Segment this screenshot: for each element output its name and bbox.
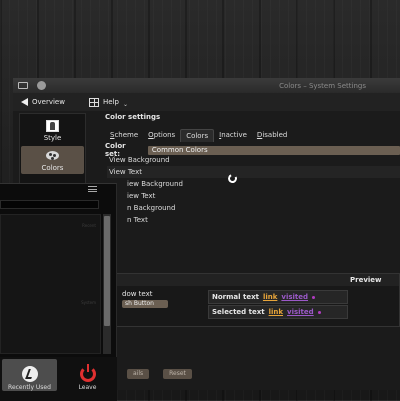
tab-recently-used[interactable]: Recently Used bbox=[2, 359, 57, 391]
help-grid-icon bbox=[89, 97, 99, 107]
list-item[interactable]: iew Text bbox=[107, 190, 400, 202]
scrollbar-thumb[interactable] bbox=[104, 216, 110, 326]
push-button-demo[interactable]: sh Button bbox=[122, 300, 168, 308]
launcher-hint: System bbox=[81, 300, 96, 305]
window-title: Colors – System Settings bbox=[279, 82, 366, 90]
color-role-list: View Background View Text iew Background… bbox=[107, 154, 400, 226]
tab-label: nactive bbox=[221, 131, 247, 139]
section-title: Color settings bbox=[105, 113, 161, 121]
tab-label: isabled bbox=[262, 131, 288, 139]
reset-button[interactable]: Reset bbox=[163, 369, 192, 379]
tab-label: Colors bbox=[186, 132, 209, 140]
help-button[interactable]: Help ⌄ bbox=[89, 96, 128, 108]
tab-label: Recently Used bbox=[8, 384, 51, 391]
overview-button[interactable]: Overview bbox=[21, 96, 65, 108]
launcher-tabs: Recently Used Leave bbox=[0, 357, 117, 401]
visited-sample: visited bbox=[281, 293, 309, 301]
link-sample: link bbox=[262, 293, 278, 301]
list-item[interactable]: iew Background bbox=[107, 178, 400, 190]
window-dot-icon[interactable] bbox=[37, 81, 46, 90]
color-settings-panel: Color settings Scheme Options Colors Ina… bbox=[93, 113, 400, 391]
style-icon bbox=[46, 120, 59, 132]
recently-used-icon bbox=[21, 366, 38, 382]
visited-sample: visited bbox=[287, 308, 314, 316]
preview-area: Preview dow text sh Button Normal text l… bbox=[99, 273, 400, 327]
help-label: Help bbox=[103, 98, 119, 106]
link-sample: link bbox=[268, 308, 284, 316]
list-item[interactable]: n Background bbox=[107, 202, 400, 214]
preview-header: Preview bbox=[100, 274, 399, 286]
tab-label: ptions bbox=[153, 131, 176, 139]
colors-icon bbox=[45, 149, 61, 162]
launcher-results-pane: Recent System bbox=[0, 214, 101, 354]
tab-bar: Scheme Options Colors Inactive Disabled bbox=[105, 129, 292, 142]
tab-label: Leave bbox=[78, 384, 97, 391]
window-menu-icon[interactable] bbox=[18, 82, 28, 89]
tab-options[interactable]: Options bbox=[143, 129, 180, 142]
preview-selected-row: Selected text link visited bbox=[208, 305, 348, 319]
tab-colors[interactable]: Colors bbox=[180, 129, 215, 142]
tab-label: cheme bbox=[114, 131, 139, 139]
launcher-scrollbar[interactable] bbox=[103, 214, 111, 354]
selected-text-label: Selected text bbox=[212, 308, 265, 316]
launcher-hint: Recent bbox=[82, 223, 96, 228]
power-icon bbox=[79, 364, 96, 382]
tab-disabled[interactable]: Disabled bbox=[252, 129, 292, 142]
sidebar-item-style[interactable]: Style bbox=[21, 116, 84, 144]
sidebar-item-colors[interactable]: Colors bbox=[21, 146, 84, 174]
window-text-label: dow text bbox=[122, 290, 153, 298]
application-launcher: Recent System Recently Used Leave bbox=[0, 183, 117, 401]
list-item[interactable]: View Text bbox=[107, 166, 400, 178]
list-item[interactable]: View Background bbox=[107, 154, 400, 166]
details-button[interactable]: ails bbox=[127, 369, 150, 379]
chevron-down-icon: ⌄ bbox=[122, 101, 128, 108]
sidebar-item-label: Colors bbox=[41, 164, 64, 172]
overview-label: Overview bbox=[32, 98, 65, 106]
title-bar[interactable]: Colors – System Settings bbox=[13, 79, 400, 93]
toolbar: Overview Help ⌄ bbox=[13, 93, 400, 111]
launcher-menu-icon[interactable] bbox=[88, 186, 97, 192]
color-dot-icon bbox=[317, 310, 321, 314]
tab-leave[interactable]: Leave bbox=[60, 359, 115, 391]
preview-title: Preview bbox=[350, 276, 382, 284]
back-arrow-icon bbox=[21, 98, 28, 106]
normal-text-label: Normal text bbox=[212, 293, 259, 301]
sidebar-item-label: Style bbox=[43, 134, 62, 142]
preview-normal-row: Normal text link visited bbox=[208, 290, 348, 304]
list-item[interactable]: n Text bbox=[107, 214, 400, 226]
launcher-search-input[interactable] bbox=[0, 200, 99, 209]
color-dot-icon bbox=[312, 295, 316, 299]
window-text-demo: dow text sh Button bbox=[122, 290, 168, 308]
tab-scheme[interactable]: Scheme bbox=[105, 129, 143, 142]
tab-inactive[interactable]: Inactive bbox=[214, 129, 252, 142]
